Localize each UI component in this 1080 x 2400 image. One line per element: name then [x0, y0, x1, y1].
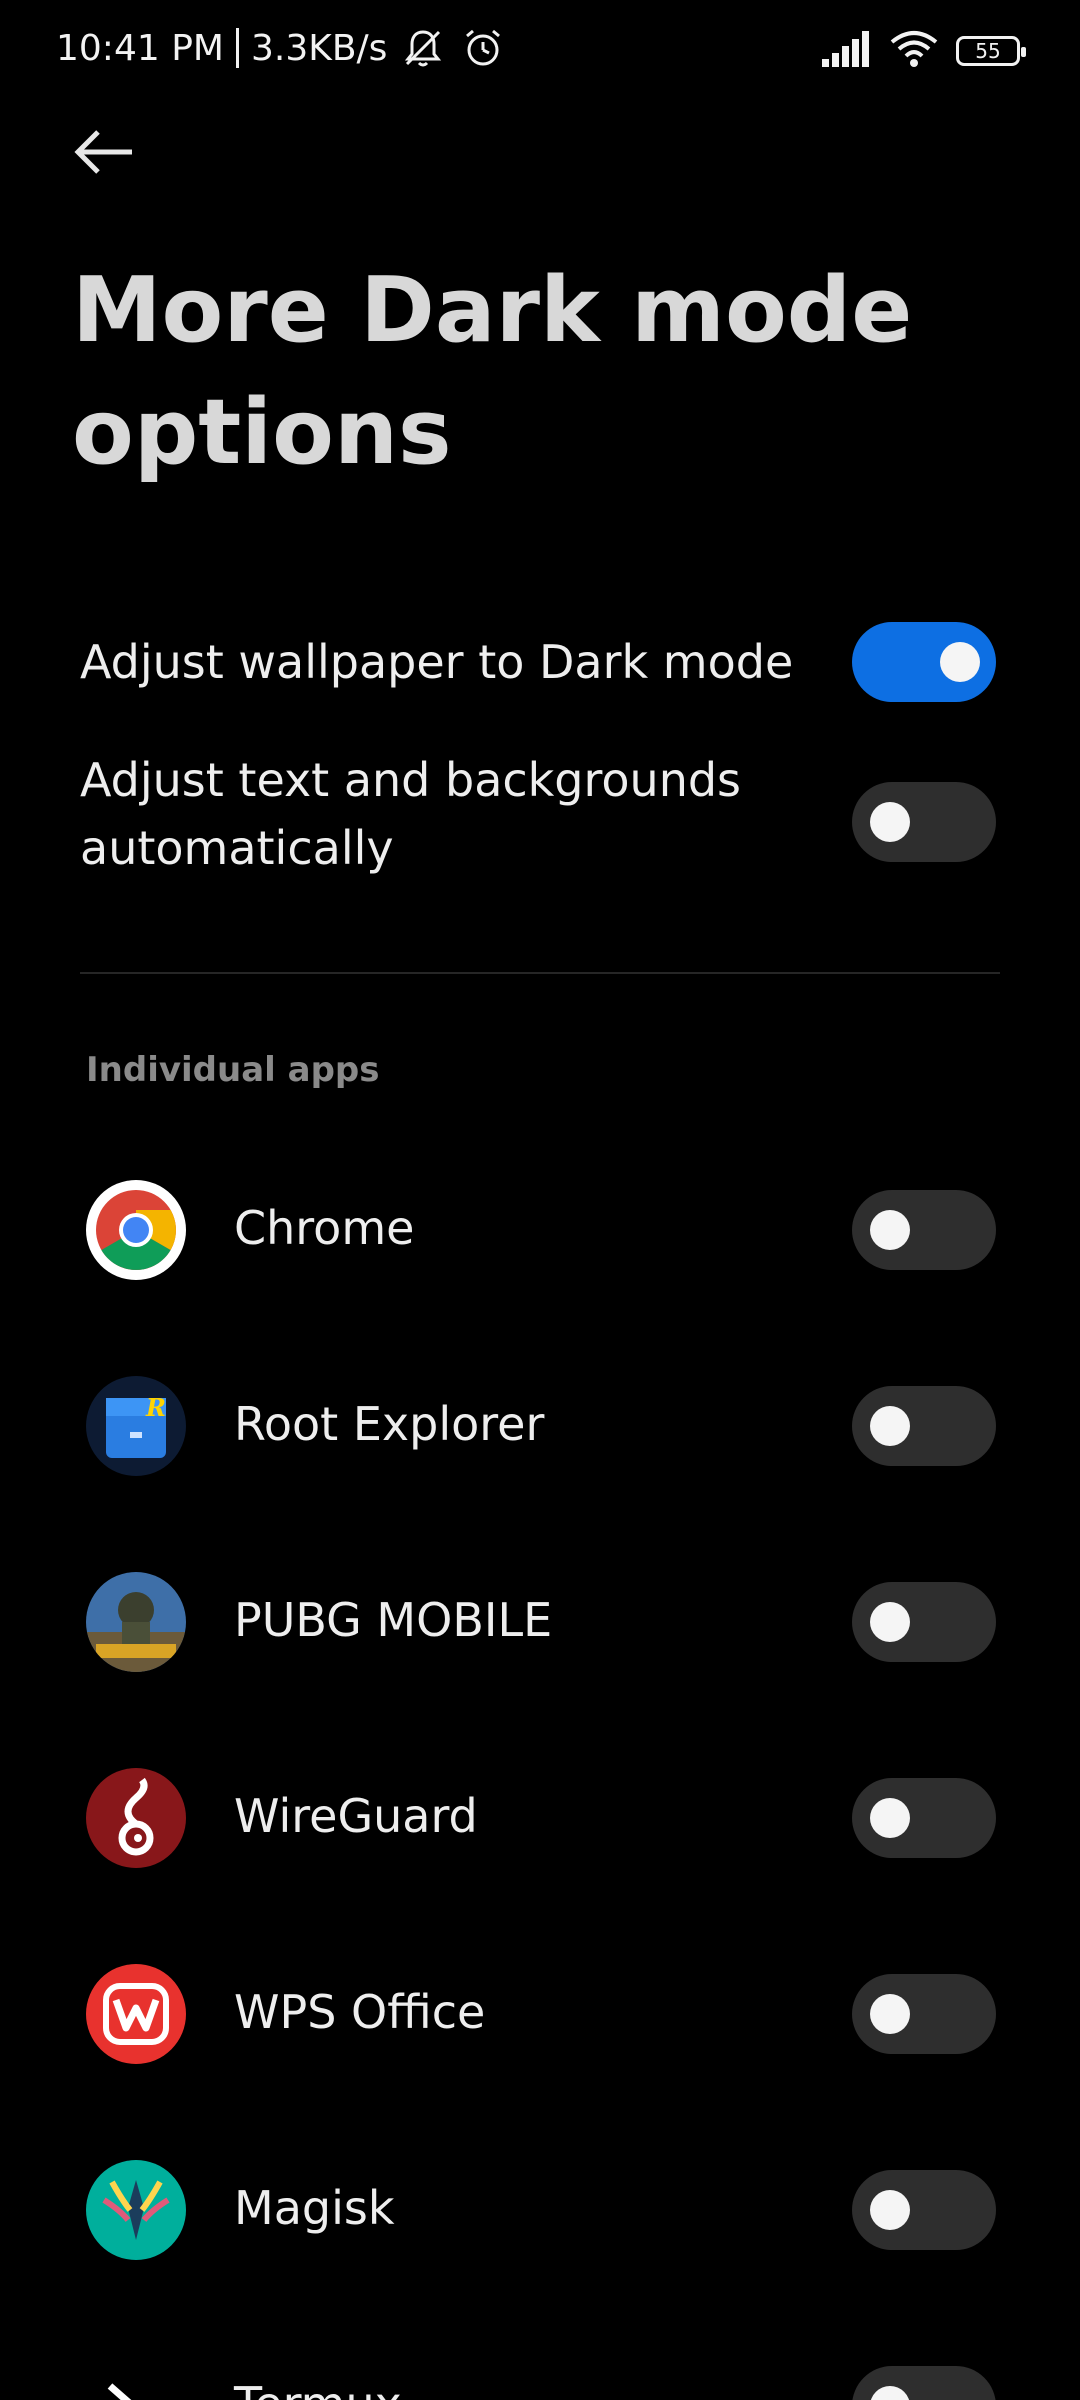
divider	[80, 972, 1000, 974]
wifi-icon	[890, 30, 938, 72]
app-row-wps-office[interactable]: WPS Office	[80, 1954, 1000, 2074]
status-network-speed: 3.3KB/s	[250, 27, 388, 69]
app-row-termux[interactable]: Termux	[80, 2346, 1000, 2400]
toggle-knob	[870, 802, 910, 842]
app-name: Chrome	[234, 1201, 415, 1255]
app-name: Magisk	[234, 2181, 395, 2235]
app-row-wireguard[interactable]: WireGuard	[80, 1758, 1000, 1878]
status-left: 10:41 PM 3.3KB/s	[56, 24, 507, 72]
adjust-wallpaper-toggle[interactable]	[852, 622, 996, 702]
termux-icon	[86, 2356, 186, 2400]
page-title: More Dark mode options	[72, 258, 913, 485]
alarm-icon	[459, 24, 507, 72]
app-row-pubg-mobile[interactable]: PUBG MOBILE	[80, 1562, 1000, 1682]
app-row-chrome[interactable]: Chrome	[80, 1170, 1000, 1290]
pubg-mobile-toggle[interactable]	[852, 1582, 996, 1662]
app-name: Root Explorer	[234, 1397, 545, 1451]
toggle-knob	[870, 2386, 910, 2400]
toggle-knob	[870, 1210, 910, 1250]
svg-text:R: R	[145, 1393, 166, 1422]
toggle-knob	[870, 1406, 910, 1446]
app-name: WireGuard	[234, 1789, 478, 1843]
pubg-mobile-icon	[86, 1572, 186, 1672]
screen: 10:41 PM 3.3KB/s 55 More Dark mode optio…	[0, 0, 1080, 2400]
wps-office-icon	[86, 1964, 186, 2064]
toggle-knob	[870, 2190, 910, 2230]
toggle-knob	[870, 1602, 910, 1642]
magisk-toggle[interactable]	[852, 2170, 996, 2250]
termux-toggle[interactable]	[852, 2366, 996, 2400]
root-explorer-icon: R	[86, 1376, 186, 1476]
app-name: WPS Office	[234, 1985, 486, 2039]
chrome-toggle[interactable]	[852, 1190, 996, 1270]
app-name: PUBG MOBILE	[234, 1593, 553, 1647]
setting-label: Adjust text and backgrounds automaticall…	[80, 753, 742, 875]
toggle-knob	[870, 1994, 910, 2034]
signal-icon	[822, 31, 872, 71]
status-separator	[235, 28, 239, 68]
adjust-text-backgrounds-toggle[interactable]	[852, 782, 996, 862]
battery-level: 55	[975, 39, 1001, 63]
app-row-root-explorer[interactable]: R Root Explorer	[80, 1366, 1000, 1486]
status-time: 10:41 PM	[56, 27, 224, 69]
battery-icon: 55	[956, 36, 1026, 66]
setting-label: Adjust wallpaper to Dark mode	[80, 635, 794, 689]
back-button[interactable]	[72, 126, 152, 190]
toggle-knob	[870, 1798, 910, 1838]
magisk-icon	[86, 2160, 186, 2260]
status-right: 55	[822, 30, 1026, 72]
setting-adjust-wallpaper[interactable]: Adjust wallpaper to Dark mode	[80, 620, 1000, 710]
chrome-icon	[86, 1180, 186, 1280]
back-arrow-icon	[72, 130, 136, 182]
toggle-knob	[940, 642, 980, 682]
wireguard-toggle[interactable]	[852, 1778, 996, 1858]
section-header: Individual apps	[86, 1050, 380, 1090]
wps-office-toggle[interactable]	[852, 1974, 996, 2054]
app-row-magisk[interactable]: Magisk	[80, 2150, 1000, 2270]
muted-bell-icon	[399, 24, 447, 72]
setting-adjust-text-backgrounds[interactable]: Adjust text and backgrounds automaticall…	[80, 746, 1000, 886]
status-bar: 10:41 PM 3.3KB/s 55	[0, 0, 1080, 100]
wireguard-icon	[86, 1768, 186, 1868]
root-explorer-toggle[interactable]	[852, 1386, 996, 1466]
app-name: Termux	[234, 2374, 402, 2400]
